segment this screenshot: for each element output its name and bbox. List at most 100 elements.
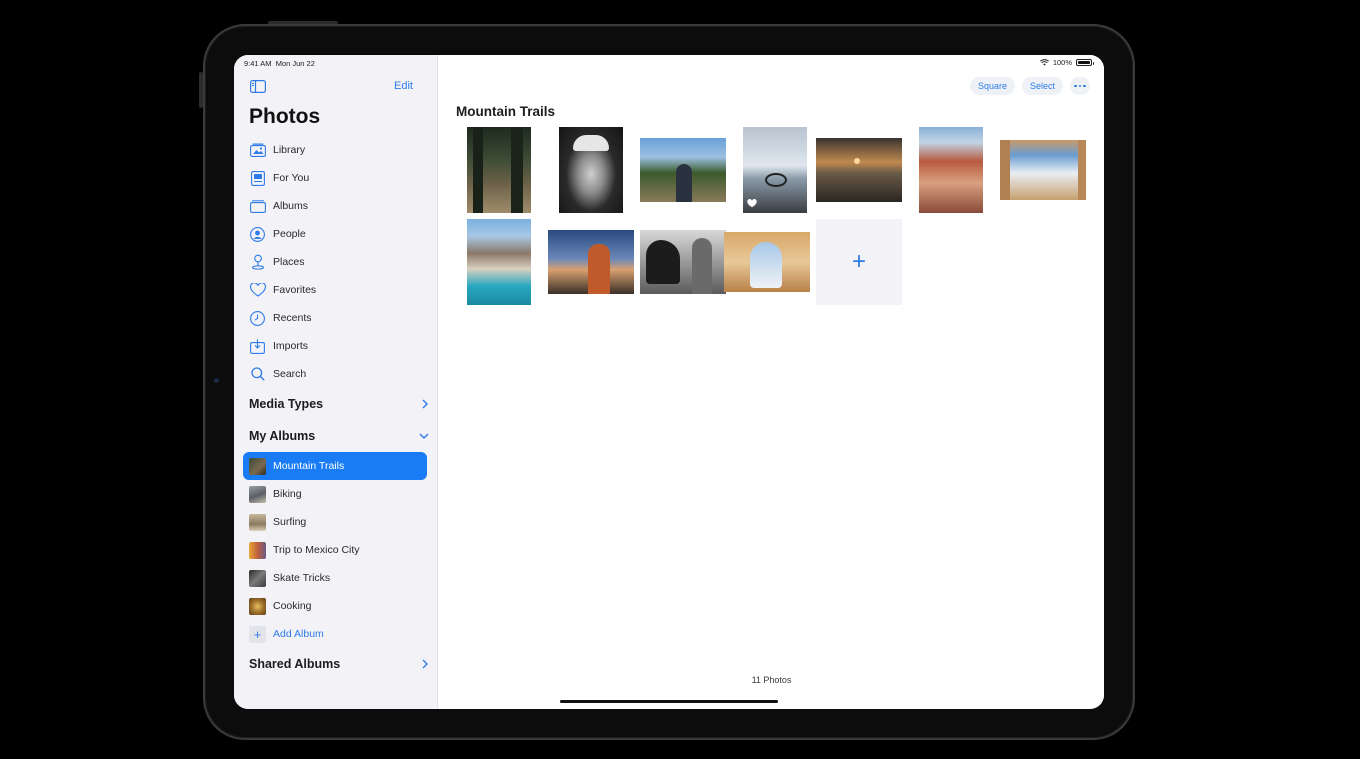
photo-thumbnail[interactable] xyxy=(743,127,807,213)
sidebar-item-label: Search xyxy=(273,368,307,380)
photo-cell xyxy=(640,219,726,305)
album-item-label: Biking xyxy=(273,488,302,500)
stage: 9:41 AM Mon Jun 22 100% Edit Photos Libr… xyxy=(0,0,1360,759)
album-title: Mountain Trails xyxy=(456,104,556,119)
photo-thumbnail[interactable] xyxy=(640,230,726,294)
album-item-label: Skate Tricks xyxy=(273,572,331,584)
sidebar-title: Photos xyxy=(249,105,321,128)
photo-thumbnail[interactable] xyxy=(919,127,983,213)
sidebar-item-places[interactable]: Places xyxy=(234,248,438,276)
sidebar-item-label: Albums xyxy=(273,200,309,212)
library-icon xyxy=(249,142,266,159)
my-albums-section[interactable]: My Albums xyxy=(249,426,429,446)
date-text: Mon Jun 22 xyxy=(275,59,315,68)
edit-button[interactable]: Edit xyxy=(394,80,413,92)
chevron-down-icon xyxy=(419,433,429,439)
photo-cell xyxy=(1000,127,1086,213)
favorite-heart-icon xyxy=(747,199,757,208)
my-albums-label: My Albums xyxy=(249,429,316,443)
album-item-label: Cooking xyxy=(273,600,312,612)
plus-icon: + xyxy=(851,248,866,275)
ipad-screen: 9:41 AM Mon Jun 22 100% Edit Photos Libr… xyxy=(234,55,1104,709)
square-button[interactable]: Square xyxy=(969,77,1015,95)
sidebar-item-favorites[interactable]: Favorites xyxy=(234,276,438,304)
camera-icon xyxy=(214,378,219,383)
sidebar-item-albums[interactable]: Albums xyxy=(234,192,438,220)
photo-thumbnail[interactable] xyxy=(467,127,531,213)
albums-icon xyxy=(249,198,266,215)
album-item-label: Trip to Mexico City xyxy=(273,544,360,556)
album-item-label: Mountain Trails xyxy=(273,460,345,472)
photo-thumbnail[interactable] xyxy=(548,230,634,294)
album-item-label: Surfing xyxy=(273,516,307,528)
places-icon xyxy=(249,254,266,271)
add-photo-button[interactable]: + xyxy=(816,219,902,305)
album-thumbnail xyxy=(249,457,266,475)
album-thumbnail xyxy=(249,485,266,503)
media-types-label: Media Types xyxy=(249,397,324,411)
photo-cell xyxy=(548,127,634,213)
clock-icon xyxy=(249,310,266,327)
photo-cell xyxy=(724,219,810,305)
album-item-trip-to-mexico-city[interactable]: Trip to Mexico City xyxy=(234,536,438,564)
status-right: 100% xyxy=(1039,58,1094,67)
photo-thumbnail[interactable] xyxy=(1000,140,1086,200)
chevron-right-icon xyxy=(422,659,428,669)
photo-thumbnail[interactable] xyxy=(467,219,531,305)
sidebar-item-for-you[interactable]: For You xyxy=(234,164,438,192)
chevron-right-icon xyxy=(422,399,428,409)
sidebar-item-label: People xyxy=(273,228,306,240)
photo-cell xyxy=(456,219,542,305)
photo-cell xyxy=(732,127,818,213)
sidebar-item-recents[interactable]: Recents xyxy=(234,304,438,332)
sidebar-item-label: Favorites xyxy=(273,284,317,296)
more-options-icon[interactable] xyxy=(1070,77,1090,95)
photo-thumbnail[interactable] xyxy=(640,138,726,202)
media-types-section[interactable]: Media Types xyxy=(249,394,429,414)
sidebar-item-people[interactable]: People xyxy=(234,220,438,248)
album-item-skate-tricks[interactable]: Skate Tricks xyxy=(234,564,438,592)
album-thumbnail xyxy=(249,541,266,559)
people-icon xyxy=(249,226,266,243)
sidebar-item-label: Imports xyxy=(273,340,309,352)
for-you-icon xyxy=(249,170,266,187)
time-text: 9:41 AM xyxy=(244,59,272,68)
photo-cell xyxy=(640,127,726,213)
shared-albums-section[interactable]: Shared Albums xyxy=(249,654,429,674)
home-indicator[interactable] xyxy=(560,700,778,703)
photo-cell xyxy=(456,127,542,213)
select-button[interactable]: Select xyxy=(1021,77,1063,95)
album-thumbnail xyxy=(249,569,266,587)
status-time: 9:41 AM Mon Jun 22 xyxy=(244,59,315,68)
photo-cell xyxy=(908,127,994,213)
sidebar-item-label: Library xyxy=(273,144,306,156)
sidebar-item-search[interactable]: Search xyxy=(234,360,438,388)
add-album-label: Add Album xyxy=(273,628,324,640)
toolbar: Square Select xyxy=(969,77,1090,95)
album-thumbnail xyxy=(249,513,266,531)
add-album-button[interactable]: + Add Album xyxy=(234,620,438,648)
import-icon xyxy=(249,338,266,355)
sidebar-item-label: Places xyxy=(273,256,305,268)
album-item-mountain-trails[interactable]: Mountain Trails xyxy=(243,452,427,480)
my-albums-list: Mountain Trails Biking Surfing Trip to M… xyxy=(234,452,438,648)
album-item-cooking[interactable]: Cooking xyxy=(234,592,438,620)
photo-thumbnail[interactable] xyxy=(559,127,623,213)
sidebar-item-label: For You xyxy=(273,172,310,184)
photo-cell xyxy=(816,127,902,213)
photo-thumbnail[interactable] xyxy=(724,232,810,292)
shared-albums-label: Shared Albums xyxy=(249,657,341,671)
sidebar: Edit Photos Library For You Albums Peopl… xyxy=(234,55,438,709)
sidebar-item-library[interactable]: Library xyxy=(234,136,438,164)
sidebar-toggle-icon[interactable] xyxy=(250,80,266,93)
wifi-icon xyxy=(1039,59,1049,66)
sidebar-nav: Library For You Albums People Places Fav… xyxy=(234,136,438,388)
status-bar: 9:41 AM Mon Jun 22 100% xyxy=(234,55,1104,71)
sidebar-item-label: Recents xyxy=(273,312,312,324)
album-item-surfing[interactable]: Surfing xyxy=(234,508,438,536)
photo-count: 11 Photos xyxy=(751,675,792,685)
battery-percent: 100% xyxy=(1052,58,1072,67)
photo-thumbnail[interactable] xyxy=(816,138,902,202)
sidebar-item-imports[interactable]: Imports xyxy=(234,332,438,360)
album-item-biking[interactable]: Biking xyxy=(234,480,438,508)
